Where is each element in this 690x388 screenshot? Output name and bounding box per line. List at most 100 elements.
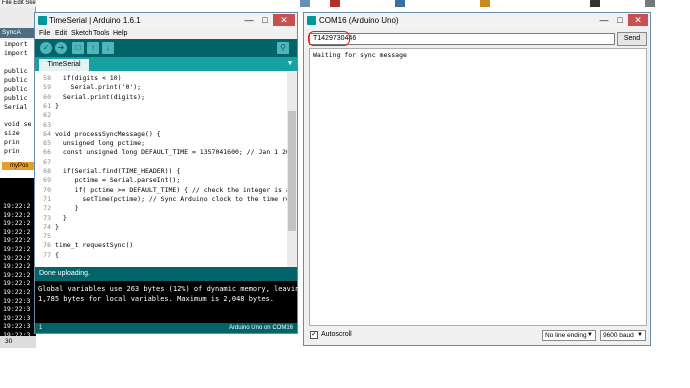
upload-status: Done uploading. [35,267,297,281]
file-shortcut-icon[interactable] [645,0,655,7]
code-line: } [55,101,59,110]
console-line: 19:22:2 [3,219,31,228]
code-line: public [4,85,28,93]
code-line: } [55,204,79,213]
code-line: time_t requestSync() [55,241,134,250]
code-line: import [4,40,28,48]
menu-help[interactable]: Help [113,29,127,39]
code-line: public [4,67,28,75]
arduino-logo-icon [38,16,47,25]
line-number: 73 [43,213,51,222]
background-code-area: import import public public public publi… [0,40,36,180]
line-number: 66 [43,148,51,157]
background-menubar: File Edit Sketch Tools Help [0,0,36,7]
ide-toolbar: ✓ ➜ □ ↑ ↓ ⚲ [35,39,297,57]
line-ending-select[interactable]: No line ending ▼ [542,330,596,341]
console-line: 1,785 bytes for local variables. Maximum… [38,295,275,303]
maximize-icon[interactable]: □ [257,14,273,26]
close-icon[interactable]: ✕ [628,14,648,26]
menu-file[interactable]: File [39,29,50,39]
menu-tools[interactable]: Tools [93,29,109,39]
console-line: 19:22:2 [3,270,31,279]
line-number: 65 [43,139,51,148]
serial-titlebar[interactable]: COM16 (Arduino Uno) — □ ✕ [304,13,650,29]
desktop-shortcut-icon[interactable] [300,0,310,7]
console-line: 19:22:2 [3,279,31,288]
magnifier-icon[interactable]: ⚲ [277,42,289,54]
ide-titlebar[interactable]: TimeSerial | Arduino 1.6.1 — □ ✕ [35,13,297,29]
code-line: unsigned long pctime; [55,139,146,148]
console-line: 19:22:2 [3,288,31,296]
code-line: setTime(pctime); // Sync Arduino clock t… [55,194,297,203]
file-shortcut-icon[interactable] [590,0,600,7]
baud-rate-select[interactable]: 9600 baud ▼ [600,330,646,341]
line-number: 77 [43,250,51,259]
ide-window-title: TimeSerial | Arduino 1.6.1 [49,16,141,25]
code-editor[interactable]: 58 59 60 61 62 63 64 65 66 67 68 69 70 71 72 73 74 75 76 77… [35,71,297,267]
serial-monitor-window[interactable]: COM16 (Arduino Uno) — □ ✕ T1429730446 Se… [303,12,651,346]
serial-output: Waiting for sync message [309,48,647,326]
minimize-icon[interactable]: — [596,14,612,26]
ide-footer: 1 Arduino Uno on COM16 [35,323,297,333]
code-line: pctime = Serial.parseInt(); [55,176,181,185]
console-line: 19:22:2 [3,227,31,236]
console-line: 19:22:2 [3,245,31,253]
code-line: const unsigned long DEFAULT_TIME = 13570… [55,148,297,157]
console-line: 19:22:2 [3,236,31,245]
pdf-shortcut-icon[interactable] [330,0,340,7]
check-icon[interactable]: ✓ [40,42,52,54]
code-line: if(digits < 10) [55,74,122,82]
menu-sketch[interactable]: Sketch [71,29,92,39]
background-tab[interactable]: SyncA [0,28,36,38]
desktop-icon-strip [300,0,690,8]
menu-edit[interactable]: Edit [55,29,67,39]
new-file-icon[interactable]: □ [72,42,84,54]
maximize-icon[interactable]: □ [612,14,628,26]
save-icon[interactable]: ↓ [102,42,114,54]
console-line: 19:22:3 [3,296,31,305]
background-ide-window[interactable]: File Edit Sketch Tools Help SyncA import… [0,0,36,348]
send-button[interactable]: Send [617,32,647,46]
folder-shortcut-icon[interactable] [480,0,490,7]
ide-tabbar: TimeSerial ▼ [35,57,297,71]
line-gutter: 58 59 60 61 62 63 64 65 66 67 68 69 70 71 72 73 74 75 76 77 [35,71,53,267]
close-icon[interactable]: ✕ [273,14,295,26]
arduino-ide-window[interactable]: TimeSerial | Arduino 1.6.1 — □ ✕ File Ed… [34,12,304,334]
input-highlight-annotation [308,31,350,46]
console-line: 19:22:2 [3,210,31,219]
ide-console: Global variables use 263 bytes (12%) of … [35,281,304,323]
serial-window-title: COM16 (Arduino Uno) [319,16,399,25]
app-shortcut-icon[interactable] [395,0,405,7]
console-line: 19:22:3 [3,322,31,331]
chevron-down-icon: ▼ [637,332,643,338]
code-line: size [4,129,20,137]
line-number: 61 [43,101,51,110]
autoscroll-checkbox[interactable]: ✓ [310,331,318,339]
console-line: Global variables use 263 bytes (12%) of … [38,285,304,293]
line-number: 60 [43,92,51,101]
open-icon[interactable]: ↑ [87,42,99,54]
line-number: 63 [43,120,51,129]
ide-menubar: File Edit Sketch Tools Help [35,29,297,39]
serial-output-text: Waiting for sync message [313,51,407,59]
minimize-icon[interactable]: — [241,14,257,26]
line-number: 68 [43,167,51,175]
tab-menu-icon[interactable]: ▼ [285,59,295,69]
arrow-right-icon[interactable]: ➜ [55,42,67,54]
console-line: 19:22:2 [3,253,31,262]
console-line: 19:22:2 [3,262,31,271]
line-number: 64 [43,129,51,138]
desktop-bottom [0,348,690,388]
line-number: 59 [43,83,51,92]
editor-scroll-thumb[interactable] [288,111,296,231]
code-line: } [55,222,59,231]
serial-send-input[interactable]: T1429730446 [309,33,615,45]
code-line: Serial.print('0'); [55,83,142,92]
code-line: if(Serial.find(TIME_HEADER)) { [55,167,181,175]
background-orange-label: myPos [2,162,36,170]
line-number: 67 [43,157,51,166]
tab-timeserial[interactable]: TimeSerial [39,59,89,71]
line-number: 58 [43,74,51,82]
code-line: Serial.print(digits); [55,92,146,101]
code-line: public [4,76,28,84]
